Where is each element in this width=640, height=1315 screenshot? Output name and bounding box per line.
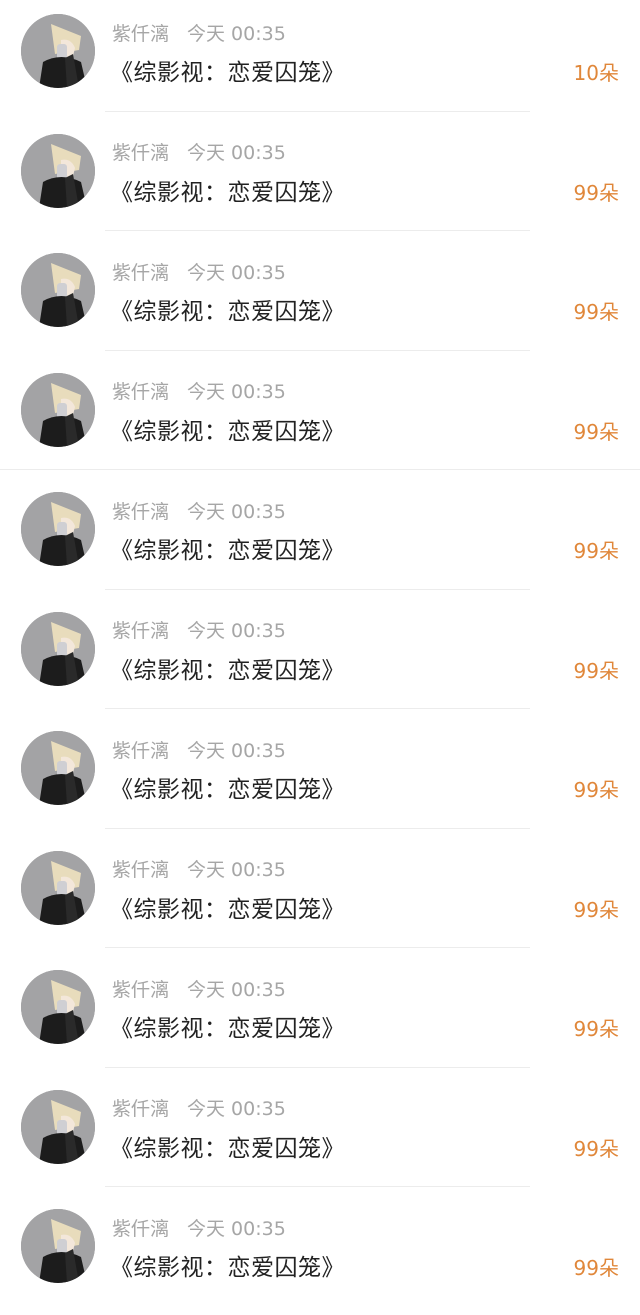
book-title[interactable]: 《综影视：恋爱囚笼》 [110, 1248, 345, 1282]
avatar[interactable] [21, 731, 95, 805]
book-title[interactable]: 《综影视：恋爱囚笼》 [110, 1129, 345, 1163]
list-item[interactable]: 紫仟漓 今天 00:35 《综影视：恋爱囚笼》 10朵 [0, 0, 640, 120]
timestamp: 今天 00:35 [187, 859, 286, 881]
avatar[interactable] [21, 253, 95, 327]
list-item[interactable]: 紫仟漓 今天 00:35 《综影视：恋爱囚笼》 99朵 [0, 239, 640, 359]
list-item[interactable]: 紫仟漓 今天 00:35 《综影视：恋爱囚笼》 99朵 [0, 1076, 640, 1196]
list-item[interactable]: 紫仟漓 今天 00:35 《综影视：恋爱囚笼》 99朵 [0, 359, 640, 479]
book-title[interactable]: 《综影视：恋爱囚笼》 [110, 651, 345, 685]
divider [105, 1186, 530, 1187]
book-title[interactable]: 《综影视：恋爱囚笼》 [110, 1009, 345, 1043]
list-item[interactable]: 紫仟漓 今天 00:35 《综影视：恋爱囚笼》 99朵 [0, 1195, 640, 1315]
item-meta: 紫仟漓 今天 00:35 [112, 497, 286, 523]
timestamp: 今天 00:35 [187, 1098, 286, 1120]
timestamp: 今天 00:35 [187, 142, 286, 164]
divider [105, 827, 530, 829]
username[interactable]: 紫仟漓 [112, 138, 169, 165]
list-item[interactable]: 紫仟漓 今天 00:35 《综影视：恋爱囚笼》 99朵 [0, 956, 640, 1076]
list-item[interactable]: 紫仟漓 今天 00:35 《综影视：恋爱囚笼》 99朵 [0, 598, 640, 718]
divider [105, 588, 530, 590]
avatar[interactable] [21, 14, 95, 88]
book-title[interactable]: 《综影视：恋爱囚笼》 [110, 531, 345, 565]
username[interactable]: 紫仟漓 [112, 377, 169, 404]
list-item[interactable]: 紫仟漓 今天 00:35 《综影视：恋爱囚笼》 99朵 [0, 120, 640, 240]
username[interactable]: 紫仟漓 [112, 1214, 169, 1241]
avatar-photo-icon [21, 14, 95, 88]
avatar-photo-icon [21, 611, 95, 686]
item-meta: 紫仟漓 今天 00:35 [112, 736, 286, 762]
username[interactable]: 紫仟漓 [112, 19, 169, 46]
divider [105, 110, 530, 112]
avatar[interactable] [21, 1209, 95, 1283]
divider [105, 947, 530, 948]
username[interactable]: 紫仟漓 [112, 1094, 169, 1121]
item-meta: 紫仟漓 今天 00:35 [112, 856, 286, 882]
book-title[interactable]: 《综影视：恋爱囚笼》 [110, 770, 345, 804]
gift-amount: 99朵 [573, 778, 619, 802]
avatar[interactable] [21, 1089, 95, 1164]
item-meta: 紫仟漓 今天 00:35 [112, 139, 286, 165]
gift-amount: 99朵 [573, 180, 619, 205]
avatar[interactable] [21, 611, 95, 686]
book-title[interactable]: 《综影视：恋爱囚笼》 [110, 53, 345, 87]
username[interactable]: 紫仟漓 [112, 855, 169, 882]
username[interactable]: 紫仟漓 [112, 736, 169, 763]
divider [105, 1066, 530, 1068]
gift-amount: 99朵 [573, 300, 619, 324]
item-meta: 紫仟漓 今天 00:35 [112, 258, 286, 284]
gift-amount: 99朵 [573, 539, 619, 563]
gift-amount: 99朵 [573, 658, 619, 683]
book-title[interactable]: 《综影视：恋爱囚笼》 [110, 292, 345, 326]
list-item[interactable]: 紫仟漓 今天 00:35 《综影视：恋爱囚笼》 99朵 [0, 837, 640, 957]
avatar[interactable] [21, 492, 95, 566]
item-meta: 紫仟漓 今天 00:35 [112, 617, 286, 643]
list-item[interactable]: 紫仟漓 今天 00:35 《综影视：恋爱囚笼》 99朵 [0, 717, 640, 837]
avatar-photo-icon [21, 1089, 95, 1164]
timestamp: 今天 00:35 [187, 261, 286, 284]
gift-amount: 99朵 [573, 897, 619, 922]
divider [105, 230, 530, 231]
book-title[interactable]: 《综影视：恋爱囚笼》 [110, 412, 345, 446]
item-meta: 紫仟漓 今天 00:35 [112, 1095, 286, 1121]
avatar-photo-icon [21, 850, 95, 925]
item-meta: 紫仟漓 今天 00:35 [112, 378, 286, 404]
item-meta: 紫仟漓 今天 00:35 [112, 19, 286, 45]
username[interactable]: 紫仟漓 [112, 975, 169, 1002]
avatar-photo-icon [21, 1209, 95, 1283]
timestamp: 今天 00:35 [187, 381, 286, 403]
avatar[interactable] [21, 372, 95, 447]
gift-amount: 99朵 [573, 1017, 619, 1041]
timestamp: 今天 00:35 [187, 739, 286, 762]
timestamp: 今天 00:35 [187, 978, 286, 1001]
timestamp: 今天 00:35 [187, 1217, 286, 1240]
timestamp: 今天 00:35 [187, 500, 286, 523]
avatar[interactable] [21, 133, 95, 208]
avatar-photo-icon [21, 731, 95, 805]
divider [105, 349, 530, 351]
username[interactable]: 紫仟漓 [112, 258, 169, 285]
avatar-photo-icon [21, 492, 95, 566]
timestamp: 今天 00:35 [187, 22, 286, 45]
divider [0, 469, 640, 470]
book-title[interactable]: 《综影视：恋爱囚笼》 [110, 890, 345, 924]
gift-list: 紫仟漓 今天 00:35 《综影视：恋爱囚笼》 10朵 紫仟漓 今天 00:35… [0, 0, 640, 1301]
divider [105, 708, 530, 709]
username[interactable]: 紫仟漓 [112, 616, 169, 643]
avatar-photo-icon [21, 372, 95, 447]
avatar[interactable] [21, 970, 95, 1044]
timestamp: 今天 00:35 [187, 620, 286, 642]
username[interactable]: 紫仟漓 [112, 497, 169, 524]
gift-amount: 99朵 [573, 1136, 619, 1161]
avatar-photo-icon [21, 253, 95, 327]
avatar[interactable] [21, 850, 95, 925]
item-meta: 紫仟漓 今天 00:35 [112, 1214, 286, 1240]
item-meta: 紫仟漓 今天 00:35 [112, 975, 286, 1001]
book-title[interactable]: 《综影视：恋爱囚笼》 [110, 173, 345, 207]
gift-amount: 99朵 [573, 1256, 619, 1280]
avatar-photo-icon [21, 133, 95, 208]
avatar-photo-icon [21, 970, 95, 1044]
list-item[interactable]: 紫仟漓 今天 00:35 《综影视：恋爱囚笼》 99朵 [0, 478, 640, 598]
gift-amount: 10朵 [573, 61, 619, 85]
gift-amount: 99朵 [573, 419, 619, 444]
